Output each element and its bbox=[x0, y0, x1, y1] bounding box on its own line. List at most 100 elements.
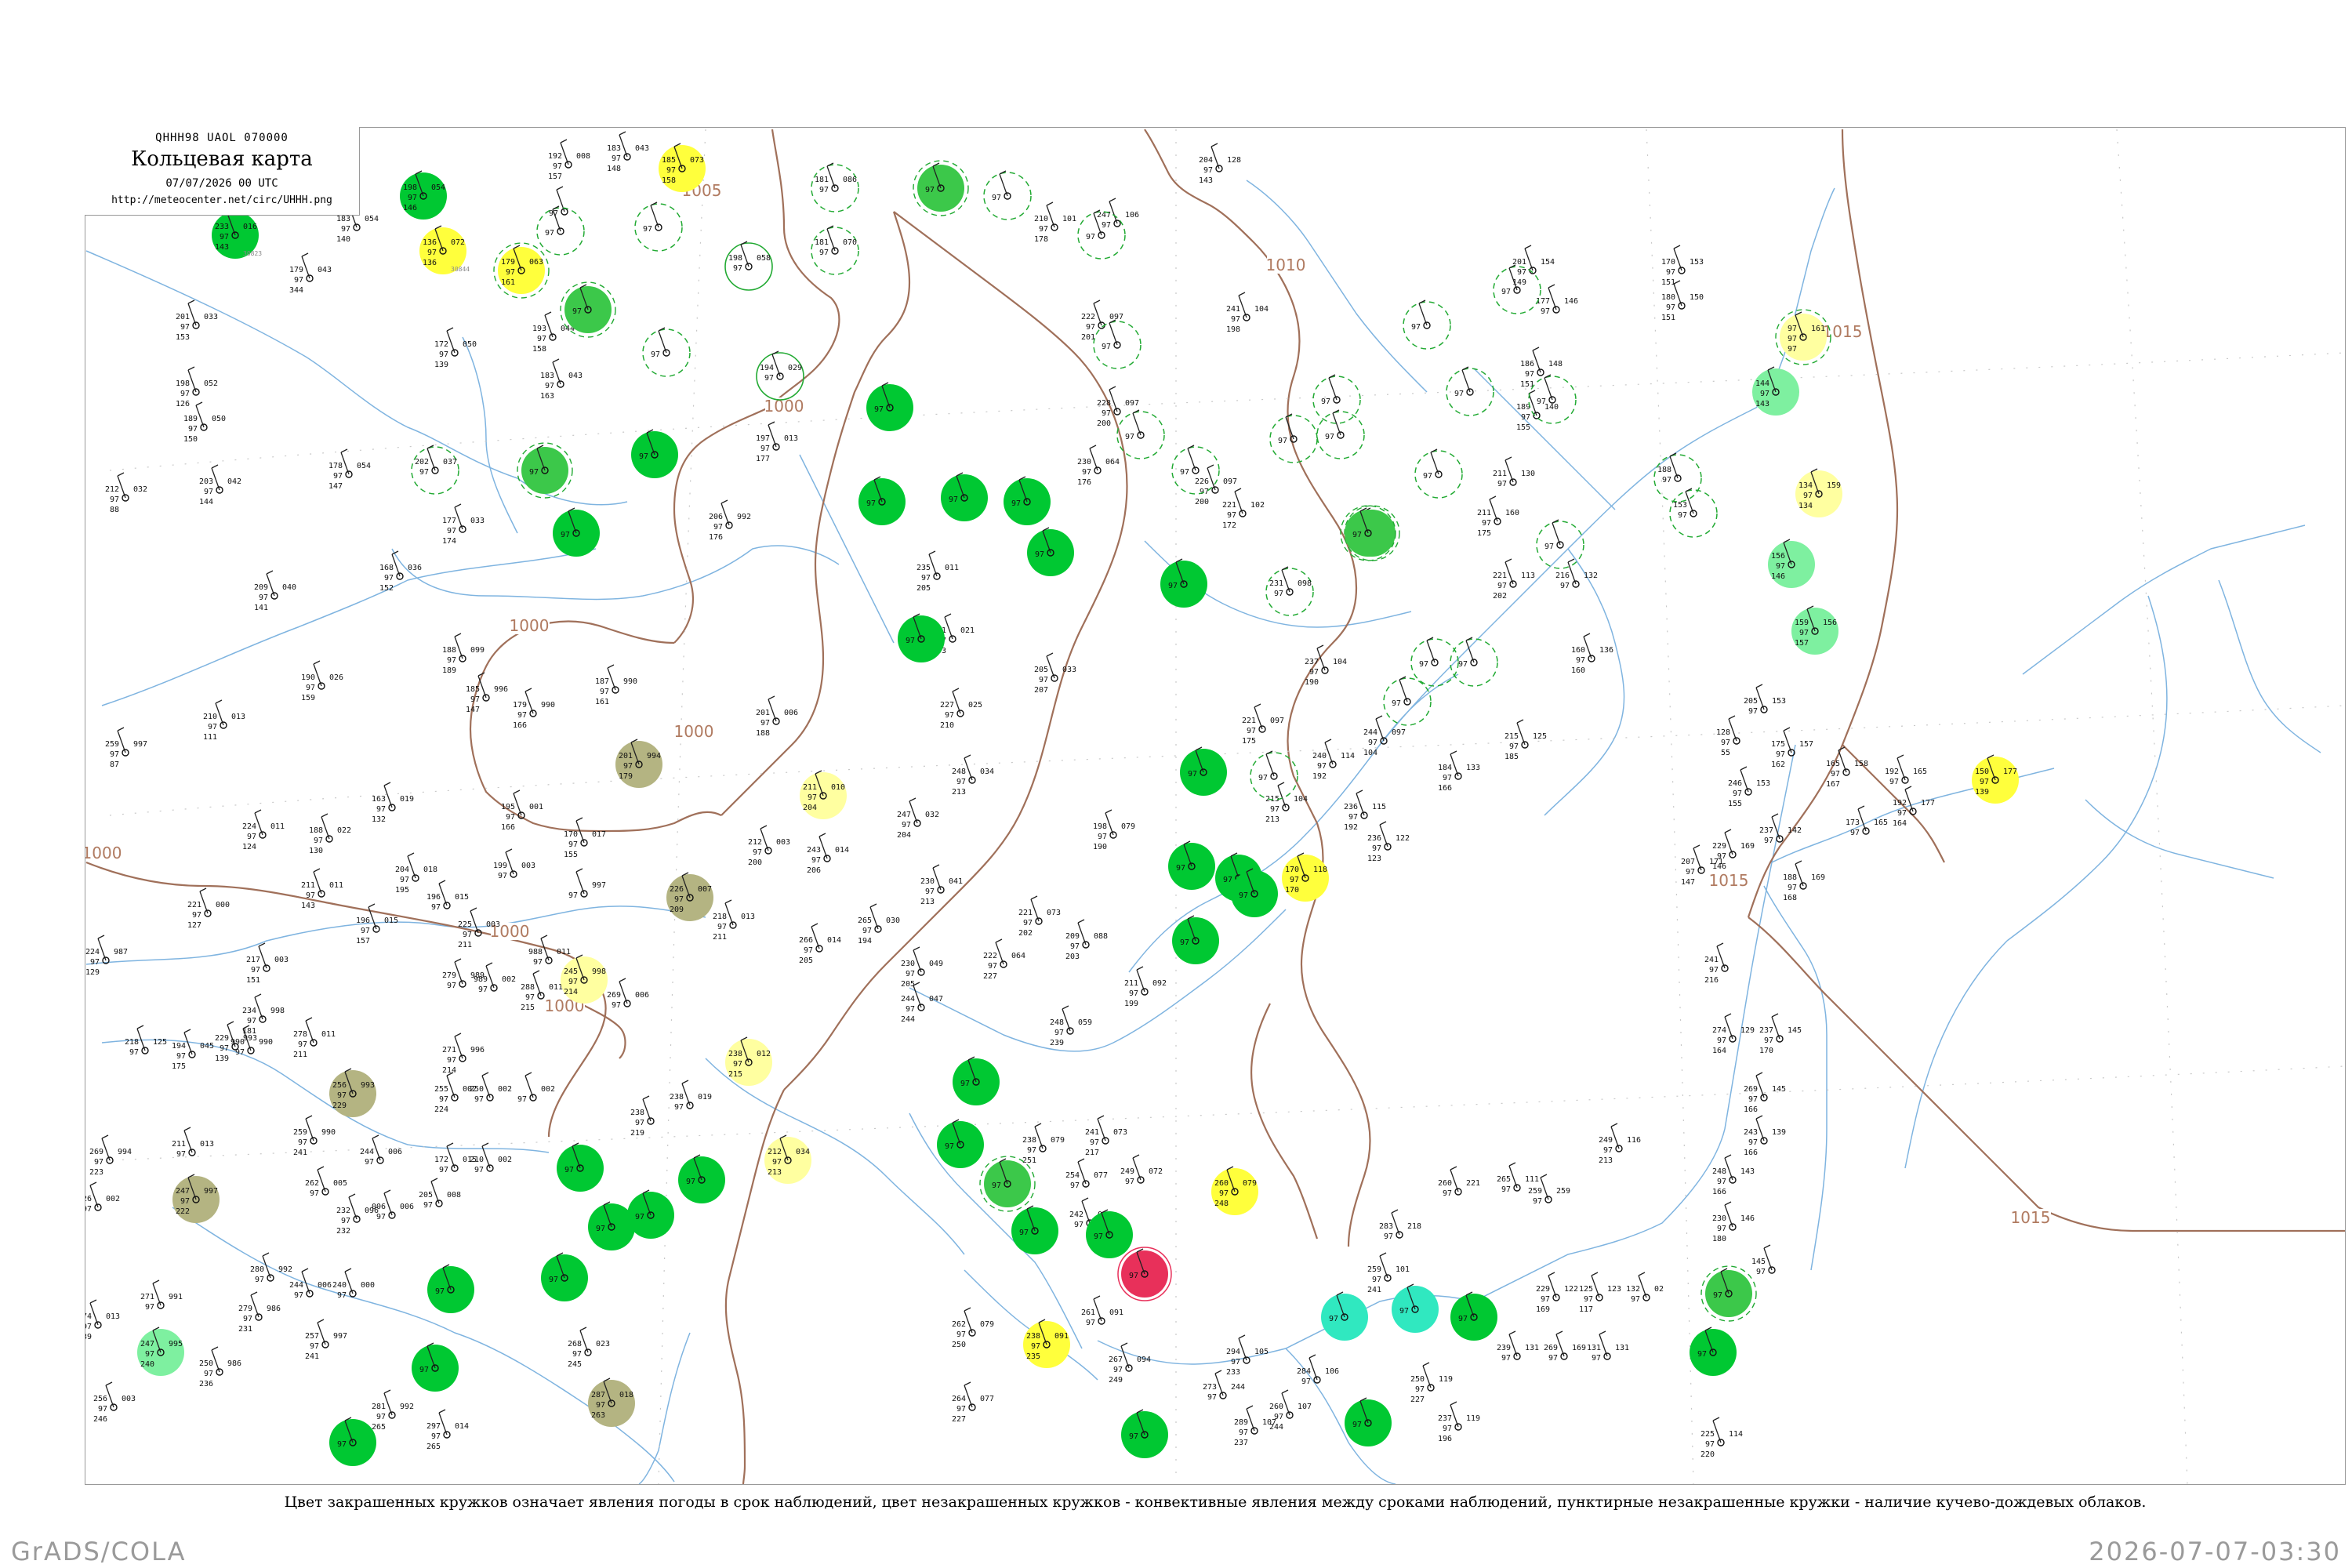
station[interactable]: 269 006 97 bbox=[607, 978, 649, 1010]
station[interactable]: 23418199897 bbox=[242, 993, 285, 1036]
station[interactable]: 239 131 97 bbox=[1497, 1330, 1539, 1363]
weather-station-rain[interactable]: 97 bbox=[1011, 1205, 1058, 1254]
weather-station-cb_dash[interactable]: 97 bbox=[1316, 409, 1365, 459]
station[interactable]: 165 167 158 97 bbox=[1826, 746, 1868, 789]
weather-station-thunder_cb[interactable]: 97 bbox=[913, 160, 969, 216]
station[interactable]: 241 198 104 97 bbox=[1226, 292, 1269, 334]
station[interactable]: 205 153 97 bbox=[1744, 684, 1786, 716]
station[interactable]: 006 00697 bbox=[372, 1189, 414, 1221]
weather-station-cb_dash[interactable]: 202 037 97 bbox=[411, 445, 459, 495]
station[interactable]: 248 239 059 97 bbox=[1050, 1005, 1092, 1047]
station[interactable]: 192 157 008 97 bbox=[548, 139, 590, 181]
weather-station-thunder_cb[interactable]: 97 bbox=[1340, 505, 1396, 561]
station[interactable]: 97 bbox=[549, 186, 568, 218]
station[interactable]: 163 132 019 97 bbox=[372, 782, 414, 824]
station[interactable]: 196 015 97 bbox=[426, 880, 469, 912]
synoptic-map[interactable]: 1000100010001000100010001005101010151015… bbox=[0, 0, 2352, 1568]
weather-station-cb_dash[interactable]: 97 bbox=[1312, 374, 1361, 424]
station[interactable]: 262 250 079 97 bbox=[952, 1307, 994, 1349]
weather-station-rain[interactable]: 97 bbox=[1172, 915, 1219, 964]
station[interactable]: 254 077 97 bbox=[1065, 1158, 1108, 1190]
weather-station-rain[interactable]: 97 bbox=[557, 1142, 604, 1192]
station[interactable]: 211 199 092 97 bbox=[1124, 966, 1167, 1008]
weather-station-rain[interactable]: 97 bbox=[1160, 558, 1207, 608]
weather-station-haze[interactable]: 226 209 007 97 bbox=[666, 872, 713, 921]
weather-station-drizzle[interactable]: 156 14697 bbox=[1768, 539, 1815, 588]
weather-station-rain[interactable]: 97 bbox=[541, 1252, 588, 1301]
weather-station-cb_dash[interactable]: 97 bbox=[1446, 366, 1494, 416]
station[interactable]: 269 169 97 bbox=[1544, 1330, 1586, 1363]
weather-station-rain[interactable]: 97 bbox=[1004, 476, 1051, 525]
weather-station-rain[interactable]: 97 bbox=[627, 1189, 674, 1239]
station[interactable]: 170 155 017 97 bbox=[564, 817, 606, 859]
weather-station-rain[interactable]: 97 bbox=[631, 429, 678, 478]
station[interactable]: 226 002 97 bbox=[78, 1181, 120, 1214]
station[interactable]: 173 165 97 bbox=[1846, 805, 1888, 837]
weather-station-cb_dash[interactable]: 97 bbox=[1093, 319, 1142, 369]
station[interactable]: 188 168 169 97 bbox=[1783, 860, 1825, 902]
station[interactable]: 289 237 107 97 bbox=[1234, 1405, 1276, 1447]
station[interactable]: 248 213 034 97 bbox=[952, 754, 994, 797]
station[interactable]: 131 131 97 bbox=[1587, 1330, 1629, 1363]
weather-station-rain[interactable]: 97 bbox=[937, 1119, 984, 1168]
station[interactable]: 268 245 023 97 bbox=[568, 1327, 610, 1369]
station[interactable]: 250 002 97 bbox=[470, 1072, 512, 1104]
station[interactable]: 264 227 077 97 bbox=[952, 1381, 994, 1424]
weather-station-haze[interactable]: 287 263 018 97 bbox=[588, 1377, 635, 1427]
station[interactable]: 222 201 097 97 bbox=[1081, 299, 1123, 342]
station[interactable]: 224 124 011 97 bbox=[242, 809, 285, 851]
weather-station-haze[interactable]: 256 229 993 97 bbox=[329, 1068, 376, 1117]
weather-station-cb_dash[interactable]: 181 070 97 bbox=[811, 225, 859, 275]
station[interactable]: 195 166 001 97 bbox=[501, 789, 543, 832]
weather-station-rain[interactable]: 97 bbox=[866, 382, 913, 431]
station[interactable]: 18615114897 bbox=[1520, 347, 1563, 389]
station[interactable]: 238 019 97 bbox=[670, 1080, 712, 1112]
station[interactable]: 256 246 003 97 bbox=[93, 1381, 136, 1424]
station[interactable]: 241 217 073 97 bbox=[1085, 1115, 1127, 1157]
weather-station-cb_dash[interactable]: 97 bbox=[983, 170, 1032, 220]
station[interactable]: 211 013 97 bbox=[172, 1127, 214, 1159]
station[interactable]: 125 117 123 97 bbox=[1579, 1272, 1621, 1314]
station[interactable]: 199 003 97 bbox=[493, 848, 535, 880]
weather-station-shower[interactable]: 97 bbox=[1392, 1283, 1439, 1333]
station[interactable]: 249 072 97 bbox=[1120, 1154, 1163, 1186]
station[interactable]: 279 231 986 97 bbox=[238, 1291, 281, 1334]
station[interactable]: 259 241 101 97 bbox=[1367, 1252, 1410, 1294]
station[interactable]: 177 14697 bbox=[1536, 284, 1578, 316]
weather-station-rain[interactable]: 97 bbox=[678, 1154, 725, 1203]
weather-station-rain[interactable]: 97 bbox=[329, 1417, 376, 1466]
weather-station-fog[interactable]: 185 158 073 97 bbox=[659, 143, 706, 192]
station[interactable]: 229 169 122 97 bbox=[1536, 1272, 1578, 1314]
station[interactable]: 184 166 133 97 bbox=[1438, 750, 1480, 793]
station[interactable]: 211 175 160 97 bbox=[1477, 495, 1519, 538]
map-url[interactable]: http://meteocenter.net/circ/UHHH.png bbox=[85, 194, 359, 206]
station[interactable]: 221 202 113 97 bbox=[1493, 558, 1535, 601]
station[interactable]: 241 21697 bbox=[1704, 942, 1729, 985]
station[interactable]: 988 011 97 bbox=[528, 935, 571, 967]
station[interactable]: 274 239 013 97 bbox=[78, 1299, 120, 1341]
station[interactable]: 267 249 094 97 bbox=[1109, 1342, 1151, 1385]
weather-station-cb_dash[interactable]: 97 bbox=[1171, 445, 1220, 495]
weather-station-rain[interactable]: 97 bbox=[953, 1056, 1000, 1105]
station[interactable]: 210 111 013 97 bbox=[203, 699, 245, 742]
weather-station-fog_cb[interactable]: 179 161 063 97 bbox=[493, 242, 550, 299]
weather-station-drizzle[interactable]: 159 157 156 97 bbox=[1791, 605, 1838, 655]
station[interactable]: 209 203 088 97 bbox=[1065, 919, 1108, 961]
station[interactable]: 221 175 097 97 bbox=[1242, 703, 1284, 746]
weather-station-fog[interactable]: 170 170 118 97 bbox=[1282, 852, 1329, 902]
weather-station-mist[interactable]: 212 213 034 97 bbox=[764, 1134, 811, 1184]
station[interactable]: 205 008 97 bbox=[419, 1178, 461, 1210]
station[interactable]: 266 205 014 97 bbox=[799, 923, 841, 965]
weather-station-rain[interactable]: 97 bbox=[1027, 527, 1074, 576]
station[interactable]: 168 152 036 97 bbox=[379, 550, 422, 593]
station[interactable]: 190 159 026 97 bbox=[301, 660, 343, 702]
station[interactable]: 248 166 143 97 bbox=[1712, 1154, 1755, 1196]
station[interactable]: 997 97 bbox=[568, 868, 606, 900]
station[interactable]: 294 233 105 97 bbox=[1226, 1334, 1269, 1377]
station[interactable]: 271 214 996 97 bbox=[442, 1033, 485, 1075]
station[interactable]: 210 178 101 97 bbox=[1034, 201, 1076, 244]
station[interactable]: 205 207 033 97 bbox=[1034, 652, 1076, 695]
weather-station-rain[interactable]: 97 bbox=[1690, 1327, 1737, 1376]
station[interactable]: 183 163 043 97 bbox=[540, 358, 583, 401]
station[interactable]: 246 155 153 97 bbox=[1728, 766, 1770, 808]
